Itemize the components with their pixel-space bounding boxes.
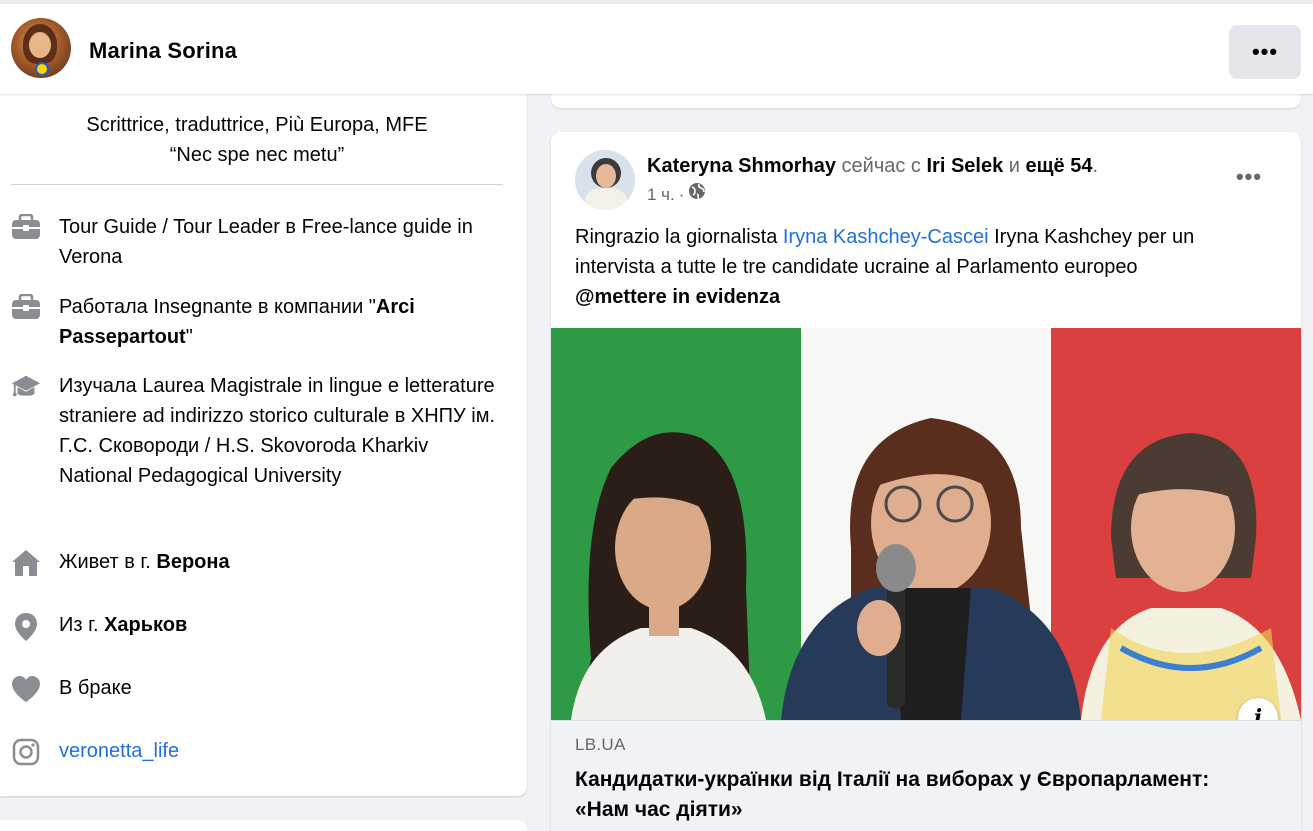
intro-item-education: Изучала Laurea Magistrale in lingue e le… [11,371,506,491]
profile-bio: Scrittrice, traduttrice, Più Europa, MFE… [11,110,503,170]
post-image[interactable]: i [551,328,1301,720]
intro-item-relationship: В браке [11,673,506,703]
post-timestamp[interactable]: 1 ч. [647,183,675,207]
candidates-photo [571,418,1301,720]
briefcase-icon [11,292,41,322]
next-card-edge [0,820,527,831]
post-meta: 1 ч. · [647,182,706,207]
intro-item-text: Из г. Харьков [59,614,188,636]
home-icon [11,547,41,577]
intro-card: Scrittrice, traduttrice, Più Europa, MFE… [0,94,527,796]
and-word: и [1008,155,1020,177]
city-link[interactable]: Верона [156,551,229,573]
intro-item-text: Tour Guide / Tour Leader в Free-lance gu… [59,216,473,268]
tagged-others-link[interactable]: ещё 54 [1026,155,1093,177]
post-card: Kateryna Shmorhay сейчас с Iri Selek и е… [551,132,1301,831]
intro-item-work: Tour Guide / Tour Leader в Free-lance gu… [11,212,506,272]
divider [11,184,503,185]
link-domain: LB.UA [575,735,626,754]
post-text: Ringrazio la giornalista Iryna Kashchey-… [575,226,1195,308]
graduation-cap-icon [11,371,41,401]
post-author-name[interactable]: Kateryna Shmorhay [647,155,836,177]
mention-link[interactable]: Iryna Kashchey-Cascei [783,226,989,248]
bio-line: Scrittrice, traduttrice, Più Europa, MFE [86,114,428,136]
profile-avatar[interactable] [11,18,71,78]
link-title[interactable]: Кандидатки-українки від Італії на вибора… [575,765,1265,825]
profile-header: Marina Sorina ••• [0,0,1313,94]
highlight-tag[interactable]: @mettere in evidenza [575,286,780,308]
tagged-person-link[interactable]: Iri Selek [927,155,1004,177]
globe-icon [688,182,706,207]
intro-item-text: Изучала Laurea Magistrale in lingue e le… [59,375,496,487]
instagram-icon [11,736,41,766]
intro-item-text: В браке [59,677,132,699]
intro-item-from: Из г. Харьков [11,610,506,641]
bio-motto: “Nec spe nec metu” [169,144,345,166]
post-header: Kateryna Shmorhay сейчас с Iri Selek и е… [647,155,1099,177]
intro-item-instagram: veronetta_life [11,736,506,766]
hometown-link[interactable]: Харьков [104,614,187,636]
briefcase-icon [11,212,41,242]
link-preview[interactable]: LB.UA Кандидатки-українки від Італії на … [551,720,1301,831]
location-pin-icon [11,610,41,641]
profile-more-button[interactable]: ••• [1229,25,1301,79]
profile-name[interactable]: Marina Sorina [89,38,237,64]
post-more-button[interactable]: ••• [1225,164,1273,192]
instagram-link[interactable]: veronetta_life [59,736,179,766]
ukraine-badge-icon [35,62,49,76]
post-author-avatar[interactable] [575,150,635,210]
intro-item-lives: Живет в г. Верона [11,547,506,577]
with-word: сейчас с [841,155,921,177]
intro-item-work-past: Работала Insegnante в компании "Arci Pas… [11,292,506,352]
heart-icon [11,673,41,703]
intro-item-text: Живет в г. Верона [59,551,230,573]
intro-item-text: Работала Insegnante в компании "Arci Pas… [59,296,415,348]
meta-separator: · [678,184,685,204]
